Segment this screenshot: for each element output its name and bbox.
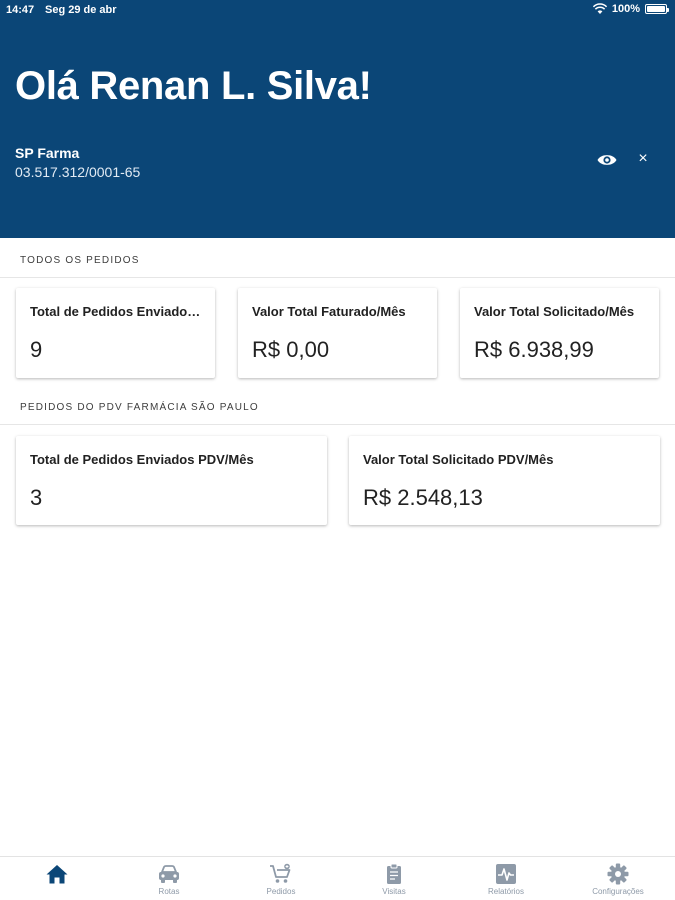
- card-billed-value[interactable]: Valor Total Faturado/Mês R$ 0,00: [238, 288, 437, 378]
- section-divider: [0, 277, 675, 278]
- card-title: Valor Total Solicitado PDV/Mês: [363, 452, 554, 467]
- section-label-all-orders: TODOS OS PEDIDOS: [20, 255, 140, 266]
- status-date: Seg 29 de abr: [45, 4, 117, 16]
- card-pdv-total-orders[interactable]: Total de Pedidos Enviados PDV/Mês 3: [16, 436, 327, 525]
- gear-icon: [607, 863, 629, 885]
- nav-label: Pedidos: [266, 887, 296, 896]
- app-header: 14:47 Seg 29 de abr 100% Olá Renan L. Si…: [0, 0, 675, 238]
- company-cnpj: 03.517.312/0001-65: [15, 164, 141, 180]
- nav-label: Relatórios: [487, 887, 524, 896]
- section-divider: [0, 424, 675, 425]
- car-icon: [159, 865, 179, 883]
- cart-icon: [270, 863, 291, 883]
- card-value: 3: [30, 485, 43, 510]
- home-icon: [46, 865, 68, 884]
- card-value: 9: [30, 337, 43, 362]
- nav-item-pedidos[interactable]: Pedidos: [225, 857, 337, 900]
- wifi-icon: [592, 3, 607, 14]
- card-pdv-requested-value[interactable]: Valor Total Solicitado PDV/Mês R$ 2.548,…: [349, 436, 660, 525]
- card-title: Valor Total Solicitado/Mês: [474, 304, 635, 319]
- battery-icon: [645, 4, 669, 14]
- card-title: Total de Pedidos Enviados/Mês: [30, 304, 201, 319]
- nav-label: Configurações: [592, 887, 644, 896]
- clipboard-icon: [387, 863, 401, 884]
- section-label-pdv-orders: PEDIDOS DO PDV FARMÁCIA SÃO PAULO: [20, 402, 259, 413]
- status-right: 100%: [592, 3, 669, 15]
- eye-icon[interactable]: [596, 150, 618, 170]
- nav-item-relatorios[interactable]: Relatórios: [450, 857, 562, 900]
- close-icon[interactable]: ×: [634, 149, 652, 169]
- report-icon: [496, 864, 516, 884]
- card-value: R$ 6.938,99: [474, 337, 594, 362]
- bottom-navigation: Rotas Pedidos Visitas Relatórios Configu…: [0, 856, 675, 900]
- status-bar: 14:47 Seg 29 de abr 100%: [0, 0, 675, 20]
- nav-label: Rotas: [158, 887, 180, 896]
- nav-item-rotas[interactable]: Rotas: [113, 857, 225, 900]
- nav-label: Visitas: [382, 887, 406, 896]
- company-name: SP Farma: [15, 145, 80, 161]
- nav-item-home[interactable]: [1, 857, 113, 900]
- nav-item-configuracoes[interactable]: Configurações: [562, 857, 674, 900]
- greeting-title: Olá Renan L. Silva!: [15, 64, 372, 108]
- battery-percent: 100%: [611, 3, 640, 15]
- card-title: Total de Pedidos Enviados PDV/Mês: [30, 452, 254, 467]
- card-title: Valor Total Faturado/Mês: [252, 304, 406, 319]
- card-value: R$ 2.548,13: [363, 485, 483, 510]
- nav-item-visitas[interactable]: Visitas: [338, 857, 450, 900]
- card-value: R$ 0,00: [252, 337, 330, 362]
- card-requested-value[interactable]: Valor Total Solicitado/Mês R$ 6.938,99: [460, 288, 659, 378]
- status-time: 14:47: [6, 4, 35, 16]
- card-total-orders[interactable]: Total de Pedidos Enviados/Mês 9: [16, 288, 215, 378]
